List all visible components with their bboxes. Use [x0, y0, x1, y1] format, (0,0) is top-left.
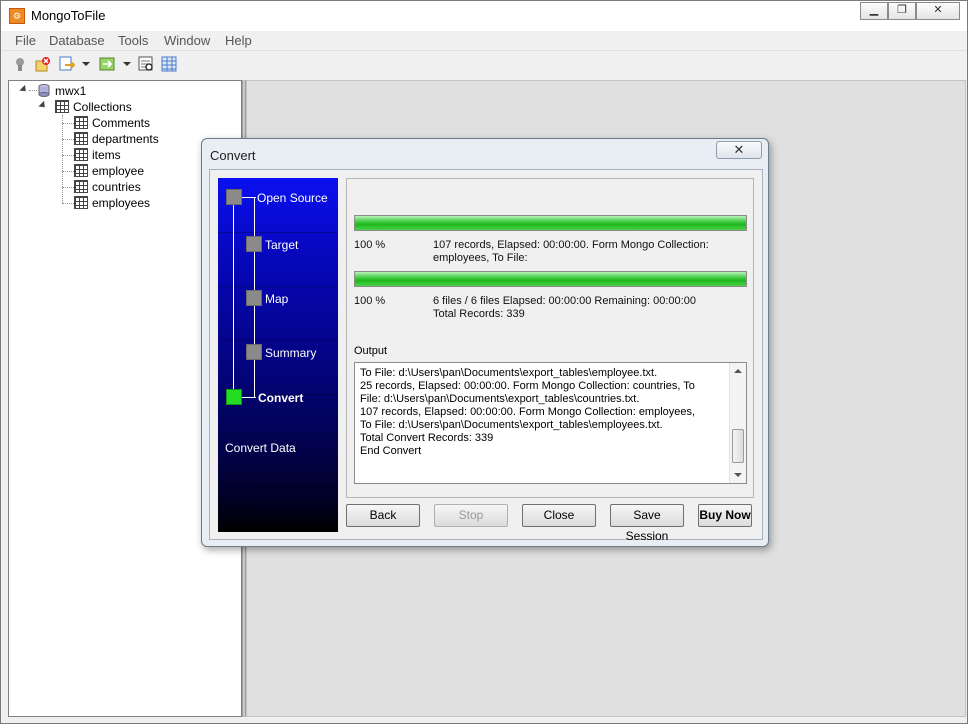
output-line: File: d:\Users\pan\Documents\export_tabl… — [360, 393, 640, 405]
table-icon — [74, 148, 88, 161]
toolbar — [2, 52, 966, 77]
query-icon[interactable] — [138, 56, 154, 72]
tree-item-collection[interactable]: countries — [74, 179, 214, 195]
dialog-title: Convert — [210, 148, 256, 163]
window-title: MongoToFile — [31, 8, 106, 23]
output-line: 107 records, Elapsed: 00:00:00. Form Mon… — [360, 406, 696, 418]
total-progress-info: 6 files / 6 files Elapsed: 00:00:00 Rema… — [433, 295, 696, 307]
buy-now-button[interactable]: Buy Now — [698, 504, 752, 527]
dropdown-arrow-icon[interactable] — [82, 62, 90, 66]
step-open-source: Open Source — [257, 191, 328, 205]
stop-button[interactable]: Stop — [434, 504, 508, 527]
table-icon — [74, 196, 88, 209]
output-label: Output — [354, 345, 388, 357]
tree-item-collection[interactable]: employee — [74, 163, 214, 179]
tree-item-collection[interactable]: items — [74, 147, 214, 163]
output-line: 25 records, Elapsed: 00:00:00. Form Mong… — [360, 380, 695, 392]
menu-tools[interactable]: Tools — [118, 33, 148, 48]
dialog-body: Open Source Target Map Summary Convert C… — [209, 169, 763, 543]
total-progress-percent: 100 % — [354, 295, 386, 307]
table-icon — [74, 180, 88, 193]
tree-node-collections[interactable]: Collections — [55, 99, 175, 115]
dialog-close-button[interactable]: ✕ — [716, 141, 762, 159]
disconnect-icon[interactable] — [35, 56, 51, 72]
main-window: ⚙ MongoToFile ▁ ❐ ✕ File Database Tools … — [0, 0, 968, 724]
export-icon[interactable] — [59, 56, 75, 72]
step-marker — [226, 189, 242, 205]
step-target: Target — [265, 238, 299, 252]
close-icon: ✕ — [933, 4, 943, 16]
steps-footer-label: Convert Data — [225, 441, 296, 455]
expand-arrow-icon[interactable] — [38, 100, 48, 111]
menu-file[interactable]: File — [15, 33, 36, 48]
output-line: To File: d:\Users\pan\Documents\export_t… — [360, 419, 663, 431]
total-progress-fill — [355, 272, 746, 286]
tree-item-collection[interactable]: departments — [74, 131, 214, 147]
title-bar[interactable]: ⚙ MongoToFile ▁ ❐ ✕ — [1, 1, 967, 31]
back-button[interactable]: Back — [346, 504, 420, 527]
scroll-up-icon[interactable] — [734, 369, 742, 373]
output-line: End Convert — [360, 445, 422, 457]
collection-progress-percent: 100 % — [354, 239, 386, 251]
maximize-icon: ❐ — [897, 4, 907, 16]
step-marker — [246, 344, 262, 360]
menu-database[interactable]: Database — [49, 33, 105, 48]
table-view-icon[interactable] — [161, 56, 177, 72]
refresh-icon[interactable] — [99, 56, 115, 72]
menu-window[interactable]: Window — [164, 33, 210, 48]
app-logo-icon: ⚙ — [9, 8, 25, 24]
menu-help[interactable]: Help — [225, 33, 252, 48]
collection-progress-info-2: employees, To File: — [433, 252, 528, 264]
step-marker — [246, 290, 262, 306]
total-progress-bar — [354, 271, 747, 287]
minimize-icon: ▁ — [869, 4, 879, 16]
expand-arrow-icon[interactable] — [19, 84, 29, 95]
collections-icon — [55, 100, 69, 113]
menu-bar: File Database Tools Window Help — [2, 31, 966, 51]
table-icon — [74, 132, 88, 145]
maximize-button[interactable]: ❐ — [888, 2, 916, 20]
total-records-info: Total Records: 339 — [433, 308, 525, 320]
save-session-button[interactable]: Save Session — [610, 504, 684, 543]
tree-node-connection[interactable]: mwx1 — [37, 83, 157, 99]
close-icon: ✕ — [733, 142, 745, 157]
convert-content-panel: 100 % 107 records, Elapsed: 00:00:00. Fo… — [346, 178, 754, 498]
collection-progress-fill — [355, 216, 746, 230]
step-marker — [246, 236, 262, 252]
minimize-button[interactable]: ▁ — [860, 2, 888, 20]
close-button[interactable]: ✕ — [916, 2, 960, 20]
scroll-thumb[interactable] — [732, 429, 744, 463]
scroll-down-icon[interactable] — [734, 473, 742, 477]
output-log[interactable]: To File: d:\Users\pan\Documents\export_t… — [354, 362, 747, 484]
output-line: Total Convert Records: 339 — [360, 432, 494, 444]
tree-item-collection[interactable]: employees — [74, 195, 214, 211]
convert-dialog: Convert ✕ Open Source Target Map Summary… — [201, 138, 769, 547]
step-convert: Convert — [258, 391, 304, 405]
close-button[interactable]: Close — [522, 504, 596, 527]
output-scrollbar[interactable] — [729, 363, 746, 483]
step-summary: Summary — [265, 346, 317, 360]
collection-progress-info: 107 records, Elapsed: 00:00:00. Form Mon… — [433, 239, 709, 251]
output-line: To File: d:\Users\pan\Documents\export_t… — [360, 367, 658, 379]
step-marker-active — [226, 389, 242, 405]
table-icon — [74, 116, 88, 129]
database-icon — [38, 84, 50, 97]
collection-progress-bar — [354, 215, 747, 231]
dropdown-arrow-icon[interactable] — [123, 62, 131, 66]
step-map: Map — [265, 292, 289, 306]
table-icon — [74, 164, 88, 177]
connect-icon[interactable] — [12, 56, 28, 72]
tree-item-collection[interactable]: Comments — [74, 115, 214, 131]
wizard-steps-panel: Open Source Target Map Summary Convert C… — [218, 178, 338, 532]
